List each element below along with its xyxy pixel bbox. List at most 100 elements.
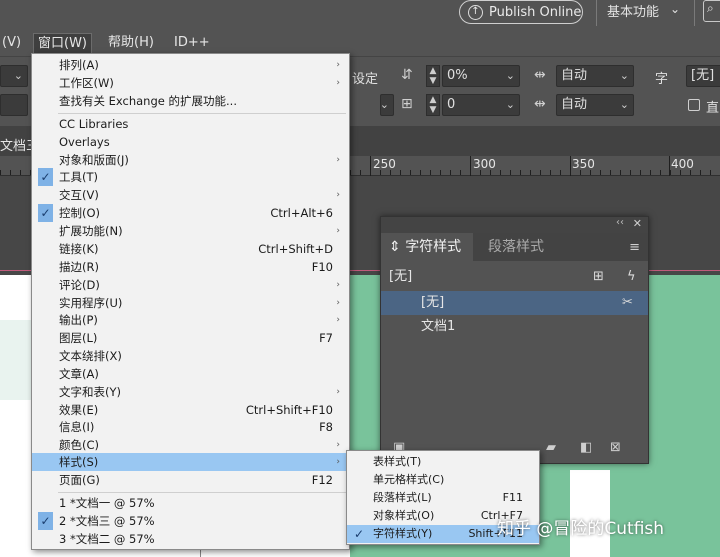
menu-item-story[interactable]: 文章(A) [32,365,349,383]
menu-item-shortcut: Ctrl+Shift+F10 [245,403,333,417]
chevron-down-icon[interactable]: ⌄ [670,2,680,16]
menu-item-doc1[interactable]: 1 *文档一 @ 57% [32,494,349,512]
edit-style-icon[interactable]: ✂ [622,291,633,315]
menu-item-label: 3 *文档二 @ 57% [59,532,155,546]
menu-item-extensions[interactable]: 扩展功能(N) › [32,222,349,240]
leading-value: 自动 [561,68,588,83]
leading-select[interactable]: 自动 ⌄ [556,65,634,87]
submenu-item-cell-styles[interactable]: 单元格样式(C) [347,471,539,489]
menu-item-label: 文章(A) [59,367,99,381]
font-field[interactable]: ⌄ [0,65,28,87]
menu-item-control[interactable]: ✓ 控制(O) Ctrl+Alt+6 [32,204,349,222]
menu-item-info[interactable]: 信息(I) F8 [32,418,349,436]
text-frame [0,320,32,400]
menu-item-doc3[interactable]: ✓ 2 *文档三 @ 57% [32,512,349,530]
chevron-right-icon: › [336,440,340,450]
menu-item-effects[interactable]: 效果(E) Ctrl+Shift+F10 [32,401,349,419]
window-menu: 排列(A) › 工作区(W) › 查找有关 Exchange 的扩展功能... CC… [31,53,350,550]
baseline-stepper[interactable]: ▲ ▼ [426,94,440,116]
grid-select[interactable]: 自动 ⌄ [556,94,634,116]
submenu-item-table-styles[interactable]: 表样式(T) [347,453,539,471]
menu-item-label: 样式(S) [59,455,99,469]
publish-online-button[interactable]: ↑ Publish Online [459,0,583,24]
menu-item-label: 工具(T) [59,170,98,184]
chevron-right-icon: › [336,457,340,467]
menu-item-pages[interactable]: 页面(G) F12 [32,471,349,489]
menu-item-workspace[interactable]: 工作区(W) › [32,74,349,92]
publish-online-label: Publish Online [489,4,582,20]
panel-menu-icon[interactable]: ≡ [629,240,640,255]
collapse-icon[interactable]: ‹‹ [616,217,624,228]
chevron-right-icon: › [336,226,340,236]
submenu-item-paragraph-styles[interactable]: 段落样式(L) F11 [347,489,539,507]
style-field[interactable] [0,94,28,116]
char-style-value: [无] [691,68,715,83]
menu-item-stroke[interactable]: 描边(R) F10 [32,258,349,276]
chevron-down-icon: ⌄ [505,69,515,82]
menu-item-styles[interactable]: 样式(S) › [32,453,349,471]
tab-paragraph-styles[interactable]: 段落样式 [488,233,544,261]
menu-window[interactable]: 窗口(W) [33,33,92,53]
menu-item-text-wrap[interactable]: 文本绕排(X) [32,347,349,365]
field-dropdown[interactable]: ⌄ [380,94,394,116]
upload-icon: ↑ [468,4,483,20]
menu-item-interactive[interactable]: 交互(V) › [32,186,349,204]
menu-item-shortcut: Ctrl+Alt+6 [270,206,333,220]
checkmark-icon: ✓ [353,527,365,541]
folder-icon[interactable]: ▰ [546,440,556,455]
new-style-from-selection-icon[interactable]: ⊞ [593,265,604,289]
menu-item-doc2[interactable]: 3 *文档二 @ 57% [32,530,349,548]
chevron-down-icon: ⌄ [619,69,629,82]
menu-separator [58,113,346,114]
trash-icon[interactable]: ⊠ [610,440,621,455]
close-icon[interactable]: ✕ [633,217,642,230]
menu-view[interactable]: (V) [0,33,25,53]
search-icon[interactable]: ⌕ [703,0,720,22]
menu-item-exchange[interactable]: 查找有关 Exchange 的扩展功能... [32,92,349,110]
lightning-icon[interactable]: ϟ [627,265,636,289]
menu-item-shortcut: F7 [319,331,333,345]
menu-item-layers[interactable]: 图层(L) F7 [32,329,349,347]
menu-item-label: 文字和表(Y) [59,385,121,399]
menu-item-label: 单元格样式(C) [373,473,445,486]
menu-item-object-layout[interactable]: 对象和版面(J) › [32,151,349,169]
menu-item-output[interactable]: 输出(P) › [32,311,349,329]
char-style-select[interactable]: [无] [686,65,720,87]
menu-item-overlays[interactable]: Overlays [32,133,349,151]
ruler-number: 400 [671,157,694,171]
list-item[interactable]: 文档1 [381,315,648,339]
menu-item-type-tables[interactable]: 文字和表(Y) › [32,383,349,401]
grid-align-icon: ⇹ [534,96,546,112]
chevron-right-icon: › [336,387,340,397]
current-style-row: [无] ⊞ ϟ [381,265,648,289]
menu-item-label: 实用程序(U) [59,296,123,310]
app-topbar: ↑ Publish Online 基本功能 ⌄ ⌕ [0,0,720,30]
menu-idplusplus[interactable]: ID++ [170,33,214,53]
menu-item-arrange[interactable]: 排列(A) › [32,56,349,74]
menu-item-label: 效果(E) [59,403,99,417]
menu-item-label: 表样式(T) [373,455,422,468]
menu-item-tools[interactable]: ✓ 工具(T) [32,168,349,186]
new-style-icon[interactable]: ◧ [580,440,592,455]
menu-item-color[interactable]: 颜色(C) › [32,436,349,454]
tab-character-styles[interactable]: ⇕ 字符样式 [381,233,473,261]
tracking-input[interactable]: 0% ⌄ [442,65,520,87]
chevron-right-icon: › [336,298,340,308]
list-item[interactable]: [无] ✂ [381,291,648,315]
panel-tabs: ⇕ 字符样式 段落样式 ≡ [381,233,648,261]
menu-item-utilities[interactable]: 实用程序(U) › [32,294,349,312]
menu-item-label: CC Libraries [59,117,129,131]
checkmark-icon: ✓ [38,168,53,186]
menu-item-comments[interactable]: 评论(D) › [32,276,349,294]
menu-item-links[interactable]: 链接(K) Ctrl+Shift+D [32,240,349,258]
menu-item-label: 输出(P) [59,313,98,327]
workspace-switcher[interactable]: 基本功能 [607,1,659,20]
chevron-right-icon: › [336,155,340,165]
baseline-input[interactable]: 0 ⌄ [442,94,520,116]
menu-help[interactable]: 帮助(H) [104,33,158,53]
menu-item-cc-libraries[interactable]: CC Libraries [32,115,349,133]
vertical-checkbox[interactable] [688,99,700,111]
tracking-stepper[interactable]: ▲ ▼ [426,65,440,87]
topbar-divider [694,0,695,26]
baseline-value: 0 [447,97,456,112]
